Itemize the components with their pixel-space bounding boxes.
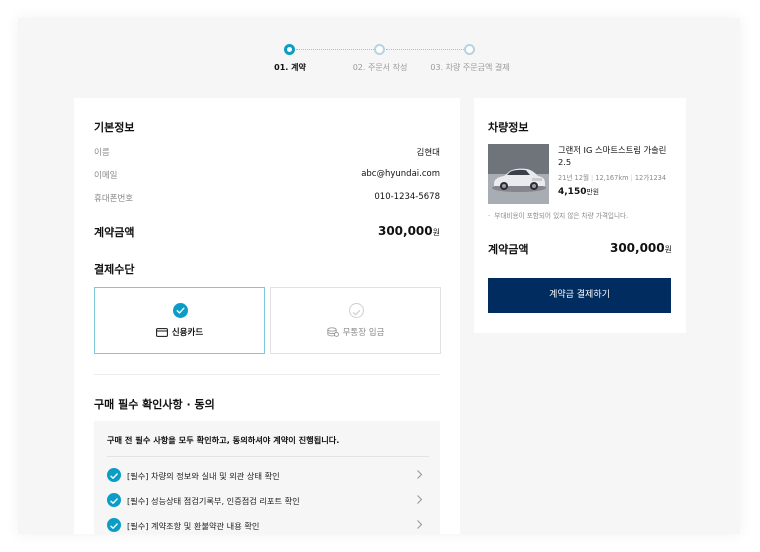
vehicle-amount-value: 300,000원 (610, 241, 672, 255)
check-circle-icon (349, 303, 364, 318)
progress-stepper: 01. 계약 02. 주문서 작성 03. 차량 주문금액 결제 (18, 44, 740, 84)
vehicle-mileage: 12,167km (595, 174, 629, 182)
step-1-label: 01. 계약 (274, 63, 306, 72)
credit-card-icon (155, 328, 168, 337)
step-2-dot (374, 44, 385, 55)
page-frame: 01. 계약 02. 주문서 작성 03. 차량 주문금액 결제 기본정보 이름… (18, 18, 740, 534)
agreement-item-label: [필수] 성능상태 점검기록부, 인증점검 리포트 확인 (127, 496, 300, 506)
chevron-right-icon[interactable] (416, 519, 423, 530)
check-circle-icon[interactable] (107, 518, 121, 532)
step-connector (296, 49, 380, 50)
agreement-title: 구매 필수 확인사항 · 동의 (94, 398, 215, 411)
name-value: 김현대 (416, 148, 440, 158)
phone-label: 휴대폰번호 (94, 194, 134, 204)
chevron-right-icon[interactable] (416, 469, 423, 480)
step-1-dot (284, 44, 295, 55)
contract-amount-label: 계약금액 (94, 226, 135, 239)
credit-card-option: 신용카드 (95, 326, 264, 338)
agreement-header: 구매 전 필수 사항을 모두 확인하고, 동의하셔야 계약이 진행됩니다. (107, 435, 340, 445)
vehicle-name: 그랜저 IG 스마트스트림 가솔린 2.5 (558, 145, 667, 167)
price-note: · 부대비용이 포함되어 있지 않은 차량 가격입니다. (488, 212, 629, 220)
email-label: 이메일 (94, 171, 118, 181)
vehicle-info-title: 차량정보 (488, 121, 529, 134)
check-circle-icon[interactable] (107, 468, 121, 482)
email-value: abc@hyundai.com (361, 169, 440, 179)
price-note-text: 부대비용이 포함되어 있지 않은 차량 가격입니다. (494, 212, 629, 220)
coins-icon (326, 327, 339, 337)
credit-card-label: 신용카드 (171, 328, 204, 338)
pay-deposit-button[interactable]: 계약금 결제하기 (488, 278, 671, 313)
vehicle-price-unit: 만원 (586, 188, 599, 196)
agreement-item[interactable]: [필수] 성능상태 점검기록부, 인증점검 리포트 확인 (107, 492, 429, 508)
bank-transfer-label: 무통장 입금 (342, 328, 385, 338)
agreement-item[interactable]: [필수] 계약조항 및 환불약관 내용 확인 (107, 517, 429, 533)
contract-panel: 기본정보 이름 김현대 이메일 abc@hyundai.com 휴대폰번호 01… (74, 98, 460, 534)
contract-amount-unit: 원 (432, 228, 440, 237)
agreement-box: 구매 전 필수 사항을 모두 확인하고, 동의하셔야 계약이 진행됩니다. [필… (94, 421, 440, 534)
check-circle-icon[interactable] (107, 493, 121, 507)
agreement-item-label: [필수] 계약조항 및 환불약관 내용 확인 (127, 521, 260, 531)
step-connector (386, 49, 470, 50)
vehicle-price: 4,150만원 (558, 186, 599, 197)
vehicle-price-number: 4,150 (558, 187, 587, 197)
agreement-divider (107, 456, 429, 457)
vehicle-panel: 차량정보 그랜저 IG 스마트스트림 가솔린 2.5 21년 12월 | 12,16… (474, 98, 686, 333)
vehicle-meta: 21년 12월 | 12,167km | 12가1234 (558, 174, 667, 182)
agreement-item[interactable]: [필수] 차량의 정보와 실내 및 외관 상태 확인 (107, 467, 429, 483)
contract-amount-value: 300,000원 (378, 224, 440, 238)
vehicle-registration-date: 21년 12월 (558, 174, 590, 182)
name-label: 이름 (94, 148, 110, 158)
chevron-right-icon[interactable] (416, 494, 423, 505)
step-2-label: 02. 주문서 작성 (352, 63, 408, 72)
payment-option-credit-card[interactable]: 신용카드 (94, 287, 265, 354)
vehicle-amount-unit: 원 (664, 245, 672, 254)
section-divider (94, 374, 440, 375)
contract-amount-number: 300,000 (377, 224, 433, 238)
step-3-label: 03. 차량 주문금액 결제 (430, 63, 510, 72)
payment-option-bank-transfer[interactable]: 무통장 입금 (270, 287, 441, 354)
phone-value: 010-1234-5678 (374, 192, 440, 202)
vehicle-plate: 12가1234 (634, 174, 667, 182)
basic-info-title: 기본정보 (94, 121, 135, 134)
vehicle-photo (488, 144, 549, 204)
payment-method-title: 결제수단 (94, 263, 135, 276)
vehicle-amount-number: 300,000 (609, 241, 665, 255)
check-circle-icon (173, 303, 188, 318)
vehicle-amount-label: 계약금액 (488, 243, 529, 256)
bank-transfer-option: 무통장 입금 (271, 326, 440, 338)
step-3-dot (464, 44, 475, 55)
agreement-item-label: [필수] 차량의 정보와 실내 및 외관 상태 확인 (127, 471, 280, 481)
